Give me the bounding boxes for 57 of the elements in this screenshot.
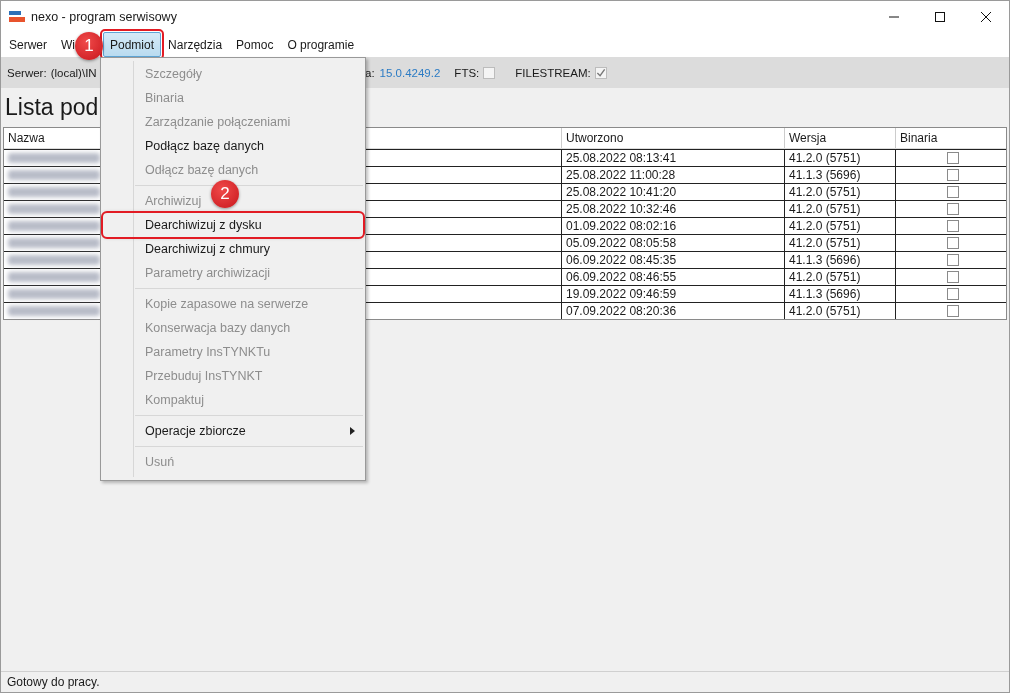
table-cell: 41.1.3 (5696) bbox=[785, 167, 896, 183]
table-cell: 06.09.2022 08:46:55 bbox=[562, 269, 785, 285]
table-cell: 41.2.0 (5751) bbox=[785, 218, 896, 234]
menu-bar-item[interactable]: Wi bbox=[54, 32, 76, 57]
column-header[interactable]: Utworzono bbox=[562, 128, 785, 148]
menu-bar-item[interactable]: Podmiot bbox=[103, 32, 162, 57]
menu-item[interactable]: Podłącz bazę danych bbox=[145, 139, 264, 153]
version-value: 15.0.4249.2 bbox=[379, 66, 441, 79]
table-cell: 41.1.3 (5696) bbox=[785, 252, 896, 268]
server-value: (local)\IN bbox=[50, 66, 97, 79]
binaria-checkbox[interactable] bbox=[947, 271, 959, 283]
binaria-checkbox[interactable] bbox=[947, 288, 959, 300]
binaria-checkbox[interactable] bbox=[947, 220, 959, 232]
binaria-checkbox[interactable] bbox=[947, 203, 959, 215]
menu-item[interactable]: Dearchiwizuj z dysku bbox=[103, 213, 363, 237]
binaria-checkbox[interactable] bbox=[947, 237, 959, 249]
table-cell: 41.2.0 (5751) bbox=[785, 184, 896, 200]
binaria-checkbox[interactable] bbox=[947, 305, 959, 317]
table-cell: 25.08.2022 08:13:41 bbox=[562, 150, 785, 166]
table-cell: 01.09.2022 08:02:16 bbox=[562, 218, 785, 234]
fts-checkbox[interactable] bbox=[483, 66, 496, 79]
table-cell: 41.2.0 (5751) bbox=[785, 269, 896, 285]
table-cell: 41.2.0 (5751) bbox=[785, 201, 896, 217]
maximize-icon bbox=[935, 11, 945, 22]
menu-bar-item[interactable]: Serwer bbox=[2, 32, 54, 57]
table-cell: 25.08.2022 11:00:28 bbox=[562, 167, 785, 183]
binaria-checkbox[interactable] bbox=[947, 169, 959, 181]
table-cell: 25.08.2022 10:41:20 bbox=[562, 184, 785, 200]
table-cell: 06.09.2022 08:45:35 bbox=[562, 252, 785, 268]
table-cell: 41.1.3 (5696) bbox=[785, 286, 896, 302]
fts-label: FTS: bbox=[454, 66, 480, 79]
table-cell: 41.2.0 (5751) bbox=[785, 150, 896, 166]
status-text: Gotowy do pracy. bbox=[1, 671, 1009, 692]
version-label: a: bbox=[365, 66, 375, 79]
binaria-checkbox[interactable] bbox=[947, 254, 959, 266]
table-cell: 41.2.0 (5751) bbox=[785, 235, 896, 251]
column-header[interactable]: Binaria bbox=[896, 128, 1006, 148]
menu-bar-item[interactable]: Pomoc bbox=[229, 32, 281, 57]
binaria-checkbox[interactable] bbox=[947, 186, 959, 198]
table-cell: 19.09.2022 09:46:59 bbox=[562, 286, 785, 302]
close-icon bbox=[981, 11, 991, 22]
page-heading: Lista pod bbox=[5, 94, 99, 122]
binaria-checkbox[interactable] bbox=[947, 152, 959, 164]
filestream-label: FILESTREAM: bbox=[515, 66, 591, 79]
table-cell: 41.2.0 (5751) bbox=[785, 303, 896, 319]
server-label: Serwer: bbox=[7, 66, 47, 79]
menu-bar-item[interactable]: O programie bbox=[280, 32, 362, 57]
table-cell: 05.09.2022 08:05:58 bbox=[562, 235, 785, 251]
column-header[interactable]: Wersja bbox=[785, 128, 896, 148]
window-title: nexo - program serwisowy bbox=[31, 9, 177, 24]
table-cell: 07.09.2022 08:20:36 bbox=[562, 303, 785, 319]
app-logo-icon bbox=[9, 10, 25, 23]
table-cell: 25.08.2022 10:32:46 bbox=[562, 201, 785, 217]
menu-item[interactable]: Dearchiwizuj z chmury bbox=[145, 242, 271, 256]
menu-bar-item[interactable]: Narzędzia bbox=[161, 32, 230, 57]
menu-item[interactable]: Operacje zbiorcze bbox=[145, 424, 246, 438]
filestream-checkbox[interactable] bbox=[594, 66, 607, 79]
